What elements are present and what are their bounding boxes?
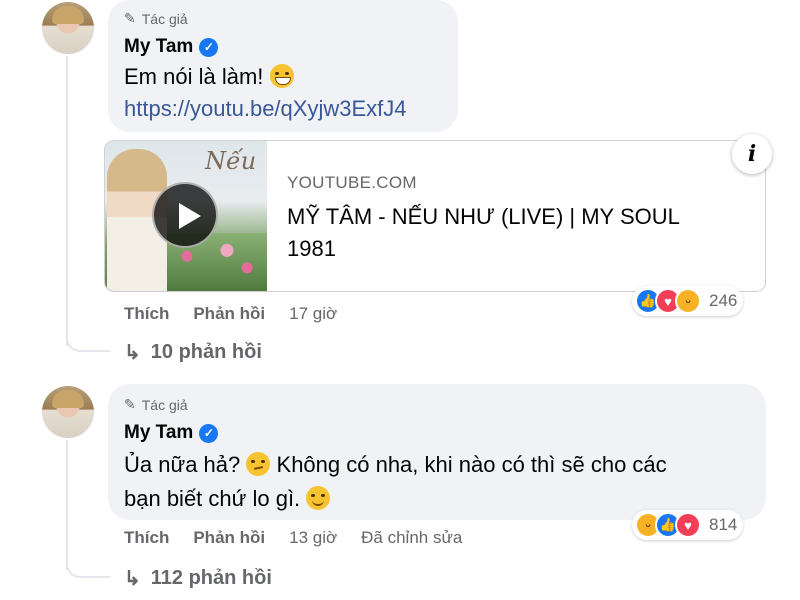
reply-arrow-icon: ↳ — [124, 568, 141, 590]
view-replies-button[interactable]: ↳ 112 phản hồi — [124, 566, 272, 591]
preview-title[interactable]: MỸ TÂM - NẾU NHƯ (LIVE) | MY SOUL 1981 — [287, 201, 727, 265]
preview-domain: YOUTUBE.COM — [287, 173, 417, 192]
author-badge: ✎ Tác giả — [124, 396, 188, 413]
love-reaction-icon: ♥ — [675, 512, 701, 538]
comment-actions: Thích Phản hồi 13 giờ Đã chỉnh sửa — [124, 528, 462, 548]
thread-connector — [66, 320, 110, 352]
author-avatar[interactable] — [42, 2, 94, 54]
thread-line — [66, 56, 68, 346]
comment-actions: Thích Phản hồi 17 giờ — [124, 304, 337, 324]
like-button[interactable]: Thích — [124, 528, 169, 548]
pencil-icon: ✎ — [124, 396, 136, 412]
play-icon[interactable] — [152, 182, 218, 248]
smiling-face-emoji-icon — [306, 486, 331, 510]
grinning-face-emoji-icon — [269, 64, 294, 88]
author-name[interactable]: My Tam ✓ — [124, 36, 219, 58]
reaction-count: 246 — [709, 291, 738, 310]
reply-button[interactable]: Phản hồi — [193, 528, 265, 548]
author-badge: ✎ Tác giả — [124, 10, 188, 27]
author-name[interactable]: My Tam ✓ — [124, 422, 219, 444]
verified-badge-icon: ✓ — [199, 37, 219, 57]
comment-text: Ủa nữa hả? Không có nha, khi nào có thì … — [124, 452, 667, 511]
reaction-count: 814 — [709, 515, 738, 534]
reaction-summary[interactable]: 👍 ♥ ᵕ 246 — [632, 286, 744, 316]
comment-link[interactable]: https://youtu.be/qXyjw3ExfJ4 — [124, 96, 407, 122]
edited-label[interactable]: Đã chỉnh sửa — [361, 528, 462, 548]
haha-reaction-icon: ᵕ — [675, 288, 701, 314]
like-button[interactable]: Thích — [124, 304, 169, 324]
info-icon[interactable]: i — [732, 134, 772, 174]
thread-connector — [66, 548, 110, 578]
timestamp[interactable]: 13 giờ — [289, 528, 337, 548]
video-thumbnail[interactable]: Nếu — [105, 141, 267, 291]
reply-arrow-icon: ↳ — [124, 342, 141, 364]
verified-badge-icon: ✓ — [199, 423, 219, 443]
timestamp[interactable]: 17 giờ — [289, 304, 337, 324]
view-replies-button[interactable]: ↳ 10 phản hồi — [124, 340, 262, 365]
comment-text: Em nói là làm! — [124, 60, 294, 94]
reply-button[interactable]: Phản hồi — [193, 304, 265, 324]
link-preview-card[interactable]: Nếu YOUTUBE.COM MỸ TÂM - NẾU NHƯ (LIVE) … — [104, 140, 766, 292]
thinking-face-emoji-icon — [246, 452, 271, 476]
author-avatar[interactable] — [42, 386, 94, 438]
reaction-summary[interactable]: ᵕ 👍 ♥ 814 — [632, 510, 744, 540]
thumbnail-script-text: Nếu — [205, 147, 257, 175]
pencil-icon: ✎ — [124, 10, 136, 26]
